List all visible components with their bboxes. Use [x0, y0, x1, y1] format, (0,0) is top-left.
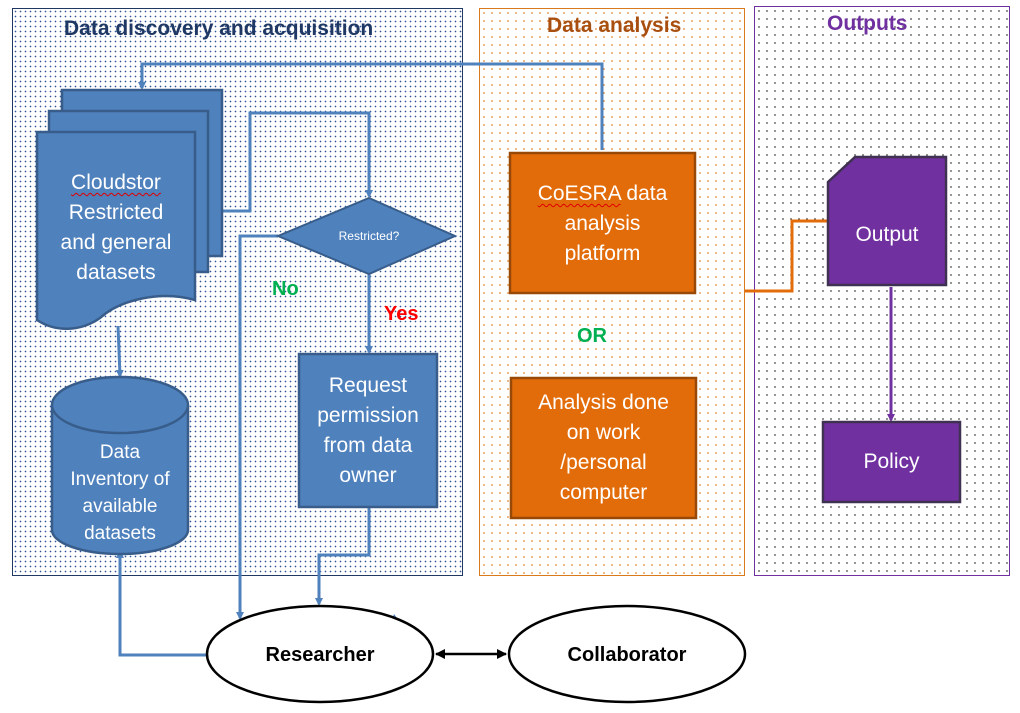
- cloudstor-label-line2: Restricted: [68, 201, 164, 224]
- collaborator-node[interactable]: Collaborator: [509, 640, 745, 670]
- request-label-line1: Request: [328, 374, 408, 397]
- request-label-line2: permission: [317, 404, 419, 427]
- request-label-line4: owner: [339, 464, 397, 487]
- output-label: Output: [855, 223, 919, 246]
- request-label-line3: from data: [323, 434, 413, 457]
- inventory-node[interactable]: Data Inventory of available datasets: [52, 437, 188, 549]
- request-node[interactable]: Request permission from data owner: [299, 369, 437, 493]
- connector-cloudstor-to-inventory: [115, 325, 124, 378]
- connector-request-to-researcher: [315, 508, 371, 606]
- researcher-node[interactable]: Researcher: [207, 640, 433, 670]
- local-label-line3: /personal: [560, 451, 647, 474]
- coesra-node[interactable]: CoESRA data analysis platform: [510, 178, 695, 270]
- coesra-label-line1: CoESRA data: [538, 179, 668, 209]
- inventory-label-line4: datasets: [84, 523, 156, 544]
- decision-node[interactable]: Restricted?: [300, 226, 438, 246]
- local-label-line2: on work: [566, 421, 641, 444]
- policy-node[interactable]: Policy: [823, 447, 960, 477]
- policy-label: Policy: [863, 450, 920, 473]
- coesra-label-name: CoESRA: [537, 182, 621, 205]
- inventory-label-line2: Inventory of: [70, 469, 170, 490]
- cloudstor-label-line1: Cloudstor: [71, 171, 161, 194]
- flow-diagram: [35, 62, 962, 704]
- output-node[interactable]: Output: [828, 220, 946, 250]
- branch-yes-label: Yes: [384, 303, 419, 325]
- branch-no-label: No: [272, 278, 299, 300]
- decision-label: Restricted?: [338, 229, 400, 243]
- inventory-label-line3: available: [82, 496, 158, 517]
- cloudstor-node[interactable]: Cloudstor Restricted and general dataset…: [37, 168, 195, 288]
- connector-analysis-to-output: [745, 217, 840, 293]
- collaborator-label: Collaborator: [567, 644, 687, 666]
- local-label-line1: Analysis done: [538, 391, 669, 414]
- connector-researcher-to-inventory: [116, 550, 207, 657]
- coesra-label-line3: platform: [564, 242, 641, 265]
- coesra-label-line2: analysis: [564, 212, 641, 235]
- local-label-line4: computer: [559, 481, 648, 504]
- local-analysis-node[interactable]: Analysis done on work /personal computer: [511, 387, 696, 509]
- coesra-label-data: data: [620, 182, 668, 205]
- inventory-label-line1: Data: [99, 442, 141, 463]
- researcher-label: Researcher: [265, 644, 375, 666]
- connector-cloudstor-to-decision: [222, 111, 373, 213]
- or-label: OR: [577, 325, 607, 347]
- cloudstor-label-line3: and general: [60, 231, 172, 254]
- cloudstor-label-line4: datasets: [76, 261, 156, 284]
